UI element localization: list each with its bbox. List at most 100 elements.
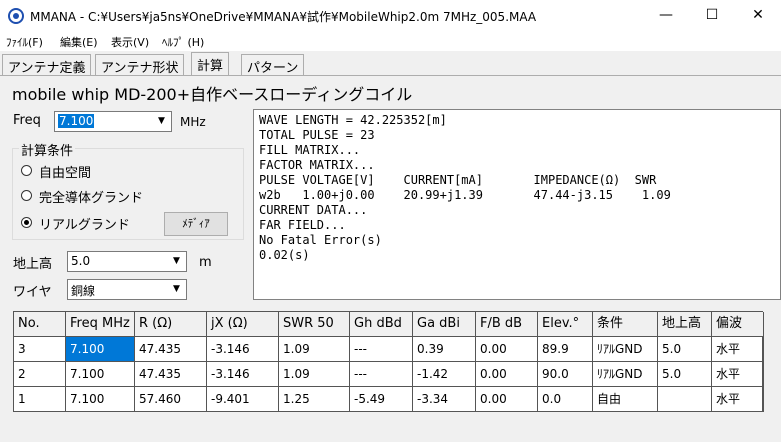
chevron-down-icon[interactable]: ▼ (153, 113, 170, 130)
table-cell[interactable]: 1.09 (279, 362, 350, 387)
table-cell[interactable]: -5.49 (350, 387, 413, 412)
output-line: FACTOR MATRIX... (259, 158, 375, 172)
freq-combobox[interactable]: 7.100 ▼ (54, 111, 172, 132)
calc-output-text[interactable]: WAVE LENGTH = 42.225352[m] TOTAL PULSE = … (253, 109, 781, 300)
header-condition[interactable]: 条件 (593, 312, 658, 337)
radio-label: 自由空間 (39, 166, 92, 181)
output-line: No Fatal Error(s) (259, 233, 382, 247)
tab-pattern[interactable]: パターン (241, 54, 305, 76)
output-line: PULSE VOLTAGE[V] CURRENT[mA] IMPEDANCE(Ω… (259, 173, 657, 187)
header-ga[interactable]: Ga dBi (413, 312, 476, 337)
radio-dot (21, 165, 32, 176)
table-cell-selected[interactable]: 7.100 (66, 337, 135, 362)
close-button[interactable]: ✕ (735, 0, 781, 31)
tab-antenna-definition[interactable]: アンテナ定義 (2, 54, 92, 76)
table-cell[interactable]: --- (350, 337, 413, 362)
output-line: FAR FIELD... (259, 218, 346, 232)
table-cell[interactable]: 7.100 (66, 387, 135, 412)
chevron-down-icon[interactable]: ▼ (168, 281, 185, 298)
header-r[interactable]: R (Ω) (135, 312, 207, 337)
window-title: MMANA - C:¥Users¥ja5ns¥OneDrive¥MMANA¥試作… (30, 10, 537, 24)
table-cell[interactable]: -3.146 (207, 337, 279, 362)
menu-view[interactable]: 表示(V) (111, 34, 149, 50)
table-cell[interactable]: 2 (14, 362, 66, 387)
results-table: No. Freq MHz R (Ω) jX (Ω) SWR 50 Gh dBd … (13, 311, 764, 412)
header-freq[interactable]: Freq MHz (66, 312, 135, 337)
header-elev[interactable]: Elev.° (538, 312, 593, 337)
table-cell[interactable]: 自由 (593, 387, 658, 412)
tab-antenna-shape[interactable]: アンテナ形状 (95, 54, 185, 76)
table-cell[interactable]: 7.100 (66, 362, 135, 387)
wire-combobox[interactable]: 銅線 ▼ (67, 279, 187, 300)
header-height[interactable]: 地上高 (658, 312, 712, 337)
table-cell[interactable]: 90.0 (538, 362, 593, 387)
wire-label: ワイヤ (13, 285, 52, 300)
output-line: WAVE LENGTH = 42.225352[m] (259, 113, 447, 127)
table-cell[interactable]: ﾘｱﾙGND (593, 337, 658, 362)
output-line: CURRENT DATA... (259, 203, 368, 217)
table-cell[interactable]: 5.0 (658, 362, 712, 387)
freq-value: 7.100 (58, 114, 95, 128)
table-row[interactable]: 1 7.100 57.460 -9.401 1.25 -5.49 -3.34 0… (14, 387, 764, 412)
media-button[interactable]: ﾒﾃﾞｨｱ (164, 212, 228, 236)
table-cell[interactable] (658, 387, 712, 412)
table-cell[interactable]: 3 (14, 337, 66, 362)
radio-dot-selected (21, 217, 32, 228)
menu-file[interactable]: ﾌｧｲﾙ(F) (6, 34, 43, 50)
maximize-button[interactable]: ☐ (689, 0, 735, 31)
header-fb[interactable]: F/B dB (476, 312, 538, 337)
radio-label: 完全導体グランド (39, 191, 144, 206)
output-line: 0.02(s) (259, 248, 310, 262)
table-cell[interactable]: 47.435 (135, 337, 207, 362)
app-icon (8, 8, 24, 24)
table-cell[interactable]: 水平 (712, 337, 764, 362)
table-cell[interactable]: 0.00 (476, 362, 538, 387)
table-cell[interactable]: 1.09 (279, 337, 350, 362)
output-line: TOTAL PULSE = 23 (259, 128, 375, 142)
table-cell[interactable]: -3.34 (413, 387, 476, 412)
header-jx[interactable]: jX (Ω) (207, 312, 279, 337)
radio-label: リアルグランド (39, 218, 130, 233)
height-label: 地上高 (13, 257, 53, 272)
table-cell[interactable]: -9.401 (207, 387, 279, 412)
menu-help[interactable]: ﾍﾙﾌﾟ (H) (162, 34, 204, 50)
table-row[interactable]: 2 7.100 47.435 -3.146 1.09 --- -1.42 0.0… (14, 362, 764, 387)
table-cell[interactable]: 57.460 (135, 387, 207, 412)
table-cell[interactable]: 89.9 (538, 337, 593, 362)
output-line: w2b 1.00+j0.00 20.99+j1.39 47.44-j3.15 1… (259, 188, 671, 202)
minimize-button[interactable]: — (643, 0, 689, 31)
table-cell[interactable]: 1 (14, 387, 66, 412)
table-cell[interactable]: 5.0 (658, 337, 712, 362)
table-cell[interactable]: --- (350, 362, 413, 387)
tab-divider (0, 75, 781, 76)
table-header-row: No. Freq MHz R (Ω) jX (Ω) SWR 50 Gh dBd … (14, 312, 764, 337)
header-no[interactable]: No. (14, 312, 66, 337)
title-bar: MMANA - C:¥Users¥ja5ns¥OneDrive¥MMANA¥試作… (0, 0, 781, 31)
antenna-name: mobile whip MD-200+自作ベースローディングコイル (12, 85, 413, 104)
table-cell[interactable]: 1.25 (279, 387, 350, 412)
table-cell[interactable]: 0.39 (413, 337, 476, 362)
calc-conditions-title: 計算条件 (19, 140, 76, 159)
tab-calculation[interactable]: 計算 (191, 52, 230, 76)
menu-edit[interactable]: 編集(E) (60, 34, 98, 50)
table-row[interactable]: 3 7.100 47.435 -3.146 1.09 --- 0.39 0.00… (14, 337, 764, 362)
table-cell[interactable]: 水平 (712, 387, 764, 412)
height-combobox[interactable]: 5.0 ▼ (67, 251, 187, 272)
table-cell[interactable]: ﾘｱﾙGND (593, 362, 658, 387)
table-cell[interactable]: 水平 (712, 362, 764, 387)
table-cell[interactable]: -1.42 (413, 362, 476, 387)
table-cell[interactable]: 0.00 (476, 337, 538, 362)
freq-label: Freq (13, 113, 41, 128)
tab-strip: アンテナ定義 アンテナ形状 計算 パターン (0, 52, 781, 76)
chevron-down-icon[interactable]: ▼ (168, 253, 185, 270)
height-value: 5.0 (71, 254, 91, 268)
radio-dot (21, 190, 32, 201)
table-cell[interactable]: 0.0 (538, 387, 593, 412)
header-gh[interactable]: Gh dBd (350, 312, 413, 337)
table-cell[interactable]: -3.146 (207, 362, 279, 387)
table-cell[interactable]: 0.00 (476, 387, 538, 412)
table-cell[interactable]: 47.435 (135, 362, 207, 387)
header-polarization[interactable]: 偏波 (712, 312, 764, 337)
header-swr[interactable]: SWR 50 (279, 312, 350, 337)
output-line: FILL MATRIX... (259, 143, 361, 157)
